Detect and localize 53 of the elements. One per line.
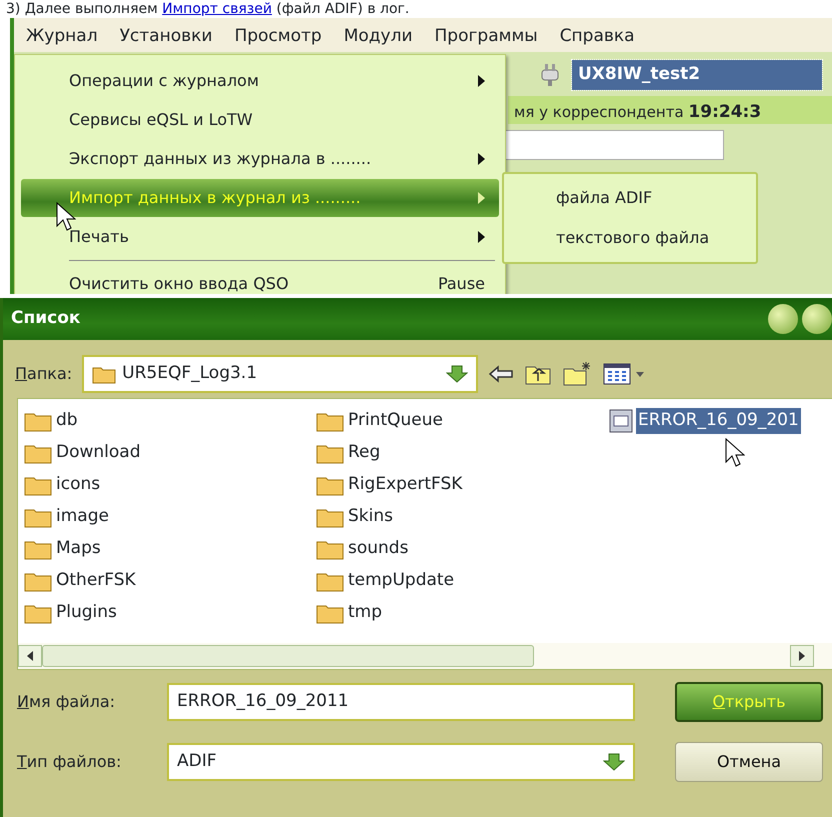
file-item[interactable]: RigExpertFSK [346, 472, 464, 498]
menu-item[interactable]: Экспорт данных из журнала в ........ [21, 140, 499, 178]
caption-text: 3) Далее выполняем Импорт связей (файл ADIF) в лог. [5, 0, 410, 18]
menu-item[interactable]: Сервисы eQSL и LoTW [21, 101, 499, 139]
file-item[interactable]: tempUpdate [346, 568, 456, 594]
file-item[interactable]: icons [54, 472, 102, 498]
file-item[interactable]: Skins [346, 504, 395, 530]
scroll-right-icon[interactable] [798, 651, 806, 661]
filename-field[interactable]: ERROR_16_09_2011 [167, 683, 635, 721]
horizontal-scrollbar[interactable] [18, 643, 832, 669]
file-item[interactable]: Maps [54, 536, 103, 562]
scrollbar-thumb[interactable] [42, 645, 534, 667]
menu-item[interactable]: Операции с журналом [21, 62, 499, 100]
dropdown-arrow-icon [603, 753, 625, 771]
submenu-item[interactable]: файла ADIF [504, 178, 756, 218]
file-item[interactable]: image [54, 504, 111, 530]
filetype-label: Тип файлов: [17, 751, 122, 773]
file-item[interactable]: Plugins [54, 600, 119, 626]
filename-label: Имя файла: [17, 691, 116, 713]
dialog-title: Список [11, 307, 82, 330]
filetype-dropdown[interactable]: ADIF [167, 743, 635, 781]
menu-item[interactable]: Импорт данных в журнал из ......... [21, 179, 499, 217]
time-text: мя у корреспондента 19:24:3 [508, 96, 832, 124]
submenu-item[interactable]: текстового файла [504, 218, 756, 258]
import-link[interactable]: Импорт связей [162, 1, 272, 17]
menu-bar-item[interactable]: Установки [120, 24, 212, 52]
dropdown-arrow-icon [446, 365, 468, 383]
folder-label: Папка: [15, 363, 72, 385]
file-item[interactable]: PrintQueue [346, 408, 445, 434]
back-arrow-icon[interactable] [488, 364, 514, 384]
file-icon [608, 408, 634, 434]
file-item[interactable]: Download [54, 440, 143, 466]
minimize-button[interactable] [768, 304, 798, 334]
menu-bar-item[interactable]: Программы [434, 24, 538, 52]
cursor-icon [725, 438, 745, 468]
menu-item[interactable]: Печать [21, 218, 499, 256]
file-item[interactable]: sounds [346, 536, 410, 562]
menu-item[interactable]: Очистить окно ввода QSO Pause [21, 265, 499, 294]
menu-bar-item[interactable]: Просмотр [234, 24, 322, 52]
cancel-button[interactable]: Отмена [675, 742, 823, 782]
file-item[interactable]: OtherFSK [54, 568, 138, 594]
maximize-button[interactable] [802, 304, 832, 334]
file-item[interactable]: Reg [346, 440, 382, 466]
menu-bar-item[interactable]: Справка [560, 24, 635, 52]
file-item[interactable]: db [54, 408, 80, 434]
file-item[interactable]: tmp [346, 600, 384, 626]
file-item[interactable]: ERROR_16_09_201 [636, 408, 801, 434]
folder-dropdown[interactable]: UR5EQF_Log3.1 [82, 355, 478, 393]
profile-field[interactable]: UX8IW_test2 [572, 60, 822, 90]
new-folder-icon[interactable] [562, 361, 592, 387]
scroll-left-icon[interactable] [26, 651, 34, 661]
menu-bar-item[interactable]: Модули [344, 24, 412, 52]
menu-bar-item[interactable]: Журнал [26, 24, 98, 52]
